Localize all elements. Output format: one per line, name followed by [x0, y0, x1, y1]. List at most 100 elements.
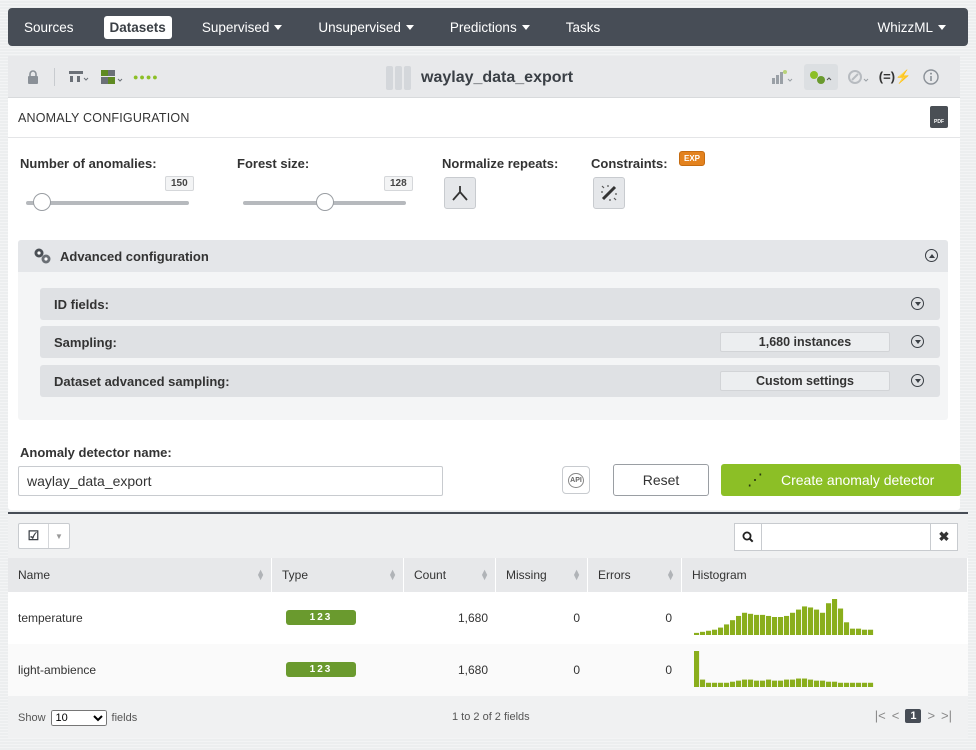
configure-gears-icon[interactable]	[804, 64, 838, 90]
anomaly-wand-icon: ⋰	[747, 472, 763, 489]
advanced-row-value: Custom settings	[720, 371, 890, 391]
chart-icon[interactable]	[770, 64, 796, 90]
chevron-down-icon	[274, 25, 283, 31]
section-title: ANOMALY CONFIGURATION	[18, 110, 190, 125]
unlink-icon	[601, 185, 617, 201]
table-toolbar: ☑ ▼ ✖	[8, 514, 968, 558]
field-missing: 0	[573, 663, 580, 677]
sort-icon: ▲ ▼	[388, 567, 397, 582]
param-constraints: Constraints:	[591, 156, 668, 171]
field-types-icon[interactable]	[99, 64, 125, 90]
column-header-type[interactable]: Type ▲ ▼	[272, 558, 404, 592]
formula-icon[interactable]: (=)⚡	[879, 64, 911, 90]
collapse-icon[interactable]	[925, 249, 938, 262]
anomaly-name-input[interactable]	[18, 466, 443, 496]
nav-item-unsupervised[interactable]: Unsupervised	[312, 16, 420, 39]
column-header-name[interactable]: Name ▲ ▼	[8, 558, 272, 592]
constraints-label: Constraints:	[591, 156, 668, 171]
histogram-bar	[856, 682, 862, 687]
histogram-bar	[862, 682, 868, 687]
normalize-repeats-toggle[interactable]	[444, 177, 476, 209]
advanced-configuration-header[interactable]: Advanced configuration	[18, 240, 948, 272]
histogram-bar	[850, 628, 856, 635]
histogram-bar	[790, 679, 796, 687]
toolbar-separator	[54, 67, 55, 86]
forest-size-slider-thumb[interactable]	[315, 193, 334, 211]
constraints-toggle[interactable]	[593, 177, 625, 209]
param-number-of-anomalies: Number of anomalies:	[20, 156, 157, 171]
page-size-select[interactable]: 10	[50, 710, 107, 726]
number-of-anomalies-slider-thumb[interactable]	[33, 193, 52, 211]
table-row[interactable]: temperature 123 1,680 0 0	[8, 592, 968, 644]
histogram-bar	[706, 682, 712, 687]
histogram-bar	[820, 680, 826, 687]
sort-icon: ▲ ▼	[572, 567, 581, 582]
histogram-bar	[868, 629, 874, 635]
advanced-row-sampling[interactable]: Sampling: 1,680 instances	[40, 326, 940, 358]
anomaly-config-panel: ●●●● waylay_data_export (=)⚡ ANOMALY CON…	[8, 56, 961, 510]
api-button[interactable]: API	[562, 466, 590, 494]
advanced-row-id-fields[interactable]: ID fields:	[40, 288, 940, 320]
histogram-bar	[748, 679, 754, 687]
pdf-icon[interactable]: PDF	[930, 106, 948, 128]
current-page[interactable]: 1	[905, 708, 922, 723]
first-page-icon[interactable]: |<	[875, 708, 886, 723]
histogram-bar	[814, 680, 820, 687]
nav-item-tasks[interactable]: Tasks	[560, 16, 607, 39]
reset-button[interactable]: Reset	[613, 464, 709, 496]
nav-item-sources[interactable]: Sources	[18, 16, 80, 39]
expand-icon[interactable]	[911, 374, 924, 387]
dataset-tree-icon[interactable]	[65, 64, 91, 90]
table-footer: Show 10 fields 1 to 2 of 2 fields |< < 1…	[8, 696, 968, 738]
nav-item-predictions[interactable]: Predictions	[444, 16, 536, 39]
clear-search-icon[interactable]: ✖	[930, 523, 958, 551]
sort-icon: ▲ ▼	[666, 567, 675, 582]
expand-icon[interactable]	[911, 335, 924, 348]
column-header-errors[interactable]: Errors ▲ ▼	[588, 558, 682, 592]
next-page-icon[interactable]: >	[927, 708, 935, 723]
cluster-icon[interactable]	[846, 64, 872, 90]
histogram-bar	[766, 679, 772, 687]
number-of-anomalies-value: 150	[165, 176, 194, 191]
column-header-count[interactable]: Count ▲ ▼	[404, 558, 496, 592]
nav-item-supervised[interactable]: Supervised	[196, 16, 289, 39]
column-header-missing[interactable]: Missing ▲ ▼	[496, 558, 588, 592]
lock-icon[interactable]	[20, 64, 46, 90]
histogram-bar	[706, 630, 712, 635]
pagination: |< < 1 > >|	[869, 708, 952, 723]
field-errors: 0	[665, 663, 672, 677]
advanced-row-dataset-advanced-sampling[interactable]: Dataset advanced sampling: Custom setting…	[40, 365, 940, 397]
table-row[interactable]: light-ambience 123 1,680 0 0	[8, 644, 968, 696]
histogram-bar	[790, 612, 796, 635]
table-search: ✖	[734, 523, 958, 551]
column-header-histogram[interactable]: Histogram	[682, 558, 968, 592]
histogram-bar	[766, 615, 772, 635]
histogram-bar	[724, 624, 730, 635]
info-icon[interactable]	[918, 64, 944, 90]
histogram-bar	[700, 631, 706, 635]
select-fields-button[interactable]: ☑ ▼	[18, 523, 70, 549]
histogram-bar	[844, 622, 850, 635]
histogram-bar	[862, 629, 868, 635]
prev-page-icon[interactable]: <	[892, 708, 900, 723]
histogram-bar	[712, 682, 718, 687]
histogram[interactable]	[694, 596, 894, 638]
search-input[interactable]	[762, 523, 930, 551]
nav-item-datasets[interactable]: Datasets	[103, 15, 172, 39]
histogram-bar	[856, 628, 862, 635]
histogram-bar	[802, 606, 808, 635]
last-page-icon[interactable]: >|	[941, 708, 952, 723]
histogram-bar	[754, 680, 760, 687]
field-errors: 0	[665, 611, 672, 625]
forest-size-value: 128	[384, 176, 413, 191]
histogram[interactable]	[694, 648, 894, 690]
section-header: ANOMALY CONFIGURATION PDF	[8, 98, 960, 138]
histogram-bar	[736, 680, 742, 687]
nav-item-whizzml[interactable]: WhizzML	[871, 16, 952, 39]
create-anomaly-detector-button[interactable]: ⋰ Create anomaly detector	[721, 464, 961, 496]
dataset-bars-icon	[386, 66, 411, 90]
histogram-bar	[712, 629, 718, 635]
expand-icon[interactable]	[911, 297, 924, 310]
status-dots-icon: ●●●●	[133, 71, 159, 82]
histogram-bar	[694, 632, 700, 635]
